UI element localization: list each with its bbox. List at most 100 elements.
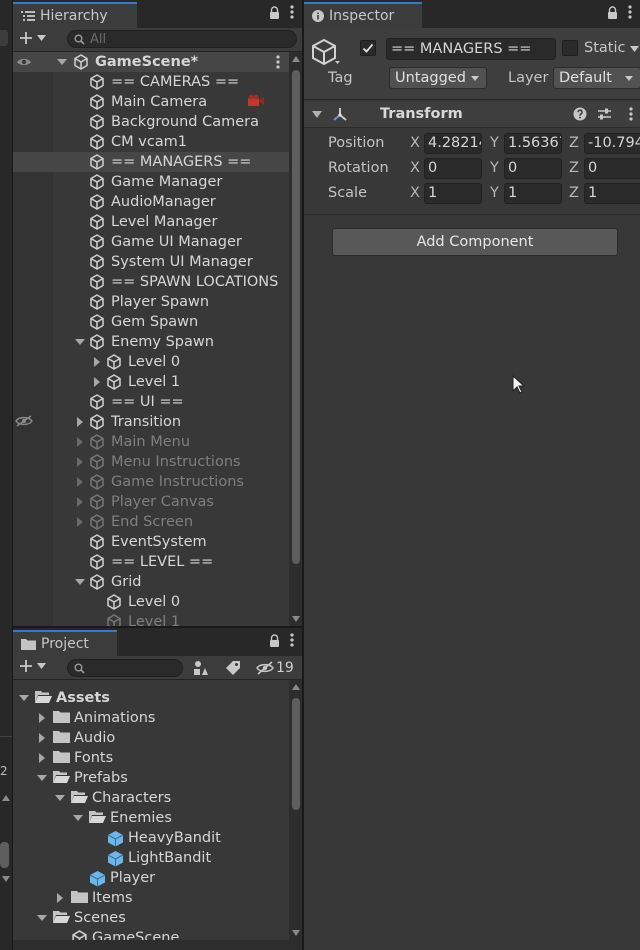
hierarchy-item[interactable]: Level 1 xyxy=(13,372,289,392)
hierarchy-item[interactable]: Game Instructions xyxy=(13,472,289,492)
hierarchy-item[interactable]: == SPAWN LOCATIONS xyxy=(13,272,289,292)
hierarchy-item[interactable]: Transition xyxy=(13,412,289,432)
hierarchy-item[interactable]: == LEVEL == xyxy=(13,552,289,572)
scroll-down-arrow[interactable] xyxy=(292,930,300,936)
rotation-z-field[interactable]: 0 xyxy=(584,158,640,179)
collapse-arrow-icon[interactable] xyxy=(37,733,47,743)
axis-x-label[interactable]: X xyxy=(410,135,420,151)
active-checkbox[interactable] xyxy=(360,40,376,56)
prefab-item[interactable]: Player xyxy=(13,868,289,888)
filter-by-label-icon[interactable] xyxy=(225,660,241,676)
expand-arrow-icon[interactable] xyxy=(19,693,29,703)
axis-x-label[interactable]: X xyxy=(410,185,420,201)
strip-scroll-thumb[interactable] xyxy=(0,842,9,868)
scroll-thumb[interactable] xyxy=(292,698,300,810)
project-search-input[interactable] xyxy=(67,659,183,677)
hierarchy-item[interactable]: == MANAGERS == xyxy=(13,152,289,172)
folder-item[interactable]: Animations xyxy=(13,708,289,728)
component-kebab-icon[interactable] xyxy=(629,107,633,121)
expand-arrow-icon[interactable] xyxy=(75,337,85,347)
hierarchy-item[interactable]: EventSystem xyxy=(13,532,289,552)
hierarchy-item[interactable]: Level 0 xyxy=(13,592,289,612)
position-z-field[interactable]: -10.794 xyxy=(584,133,640,154)
folder-item[interactable]: Scenes xyxy=(13,908,289,928)
hierarchy-item[interactable]: AudioManager xyxy=(13,192,289,212)
rotation-y-field[interactable]: 0 xyxy=(504,158,562,179)
folder-item[interactable]: Assets xyxy=(13,688,289,708)
axis-x-label[interactable]: X xyxy=(410,160,420,176)
tab-hierarchy[interactable]: Hierarchy xyxy=(13,2,137,28)
static-dropdown-icon[interactable] xyxy=(630,46,639,52)
hierarchy-item[interactable]: Enemy Spawn xyxy=(13,332,289,352)
folder-item[interactable]: Enemies xyxy=(13,808,289,828)
tag-dropdown[interactable]: Untagged xyxy=(389,67,487,89)
expand-arrow-icon[interactable] xyxy=(55,793,65,803)
collapse-arrow-icon[interactable] xyxy=(92,377,102,387)
scroll-up-arrow[interactable] xyxy=(292,56,300,62)
tab-project[interactable]: Project xyxy=(13,630,117,656)
axis-z-label[interactable]: Z xyxy=(569,185,579,201)
hierarchy-search-input[interactable]: All xyxy=(67,30,297,48)
hidden-packages-toggle[interactable]: 19 xyxy=(256,660,294,676)
hierarchy-item[interactable]: Level 1 xyxy=(13,612,289,626)
expand-arrow-icon[interactable] xyxy=(75,577,85,587)
prefab-item[interactable]: LightBandit xyxy=(13,848,289,868)
foldout-arrow-icon[interactable] xyxy=(312,111,322,119)
rotation-x-field[interactable]: 0 xyxy=(424,158,482,179)
collapsed-panel-tab[interactable] xyxy=(0,30,8,46)
scene-kebab-icon[interactable] xyxy=(276,55,280,69)
strip-scroll-down[interactable] xyxy=(2,876,10,882)
scale-x-field[interactable]: 1 xyxy=(424,183,482,204)
collapse-arrow-icon[interactable] xyxy=(75,497,85,507)
hierarchy-item[interactable]: Player Canvas xyxy=(13,492,289,512)
hierarchy-item[interactable]: Game UI Manager xyxy=(13,232,289,252)
hierarchy-item[interactable]: Player Spawn xyxy=(13,292,289,312)
hierarchy-item[interactable]: Level Manager xyxy=(13,212,289,232)
static-checkbox[interactable] xyxy=(562,40,578,56)
scale-y-field[interactable]: 1 xyxy=(504,183,562,204)
folder-item[interactable]: Characters xyxy=(13,788,289,808)
project-scrollbar[interactable] xyxy=(289,680,302,940)
project-horizontal-scrollbar[interactable] xyxy=(13,940,302,950)
collapse-arrow-icon[interactable] xyxy=(75,437,85,447)
help-icon[interactable] xyxy=(573,107,587,121)
lock-icon[interactable] xyxy=(269,633,280,647)
position-y-field[interactable]: 1.56367 xyxy=(504,133,562,154)
lock-icon[interactable] xyxy=(607,5,618,19)
folder-item[interactable]: Items xyxy=(13,888,289,908)
hierarchy-item[interactable]: Gem Spawn xyxy=(13,312,289,332)
folder-item[interactable]: Fonts xyxy=(13,748,289,768)
collapse-arrow-icon[interactable] xyxy=(75,457,85,467)
scale-z-field[interactable]: 1 xyxy=(584,183,640,204)
collapse-arrow-icon[interactable] xyxy=(75,477,85,487)
collapse-arrow-icon[interactable] xyxy=(37,753,47,763)
axis-y-label[interactable]: Y xyxy=(490,185,499,201)
hierarchy-item[interactable]: Menu Instructions xyxy=(13,452,289,472)
hierarchy-item[interactable]: Grid xyxy=(13,572,289,592)
axis-z-label[interactable]: Z xyxy=(569,160,579,176)
collapse-arrow-icon[interactable] xyxy=(75,517,85,527)
scroll-up-arrow[interactable] xyxy=(292,684,300,690)
hidden-eye-icon[interactable] xyxy=(15,415,33,427)
hierarchy-item[interactable]: End Screen xyxy=(13,512,289,532)
kebab-menu-icon[interactable] xyxy=(628,5,632,19)
object-name-field[interactable]: == MANAGERS == xyxy=(386,38,556,60)
expand-arrow-icon[interactable] xyxy=(73,813,83,823)
hierarchy-item[interactable]: System UI Manager xyxy=(13,252,289,272)
hierarchy-item[interactable]: Level 0 xyxy=(13,352,289,372)
hierarchy-item[interactable]: CM vcam1 xyxy=(13,132,289,152)
hierarchy-item[interactable]: == CAMERAS == xyxy=(13,72,289,92)
expand-arrow-icon[interactable] xyxy=(57,57,67,67)
lock-icon[interactable] xyxy=(269,5,280,19)
add-component-button[interactable]: Add Component xyxy=(332,228,618,256)
folder-item[interactable]: Prefabs xyxy=(13,768,289,788)
eye-icon[interactable] xyxy=(16,57,32,67)
strip-scroll-up[interactable] xyxy=(2,795,10,801)
hierarchy-item[interactable]: Game Manager xyxy=(13,172,289,192)
preset-sliders-icon[interactable] xyxy=(597,107,612,121)
hierarchy-item[interactable]: Background Camera xyxy=(13,112,289,132)
create-dropdown-button[interactable] xyxy=(19,31,46,45)
scene-row[interactable]: GameScene* xyxy=(13,52,289,72)
tab-inspector[interactable]: Inspector xyxy=(304,2,422,28)
create-dropdown-button[interactable] xyxy=(19,659,46,673)
